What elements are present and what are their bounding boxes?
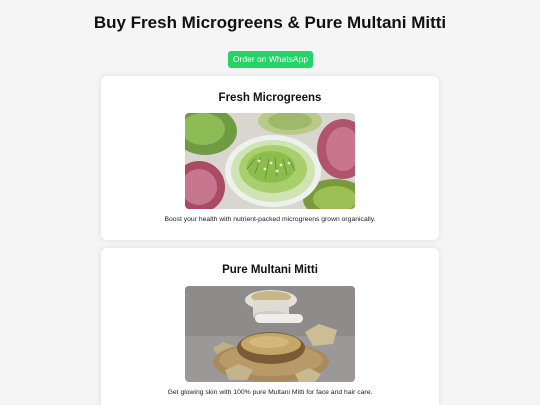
- product-card-microgreens: Fresh Microgreens Boost your health with…: [101, 76, 439, 240]
- product-title: Pure Multani Mitti: [222, 264, 318, 276]
- microgreens-image: [185, 113, 355, 209]
- multani-mitti-image: [185, 286, 355, 382]
- page-title: Buy Fresh Microgreens & Pure Multani Mit…: [93, 13, 447, 32]
- product-description: Get glowing skin with 100% pure Multani …: [167, 389, 373, 396]
- product-card-multani-mitti: Pure Multani Mitti Get glowing skin with…: [101, 248, 439, 405]
- product-description: Boost your health with nutrient-packed m…: [164, 216, 376, 223]
- product-title: Fresh Microgreens: [218, 92, 322, 104]
- order-on-whatsapp-button[interactable]: Order on WhatsApp: [228, 51, 313, 68]
